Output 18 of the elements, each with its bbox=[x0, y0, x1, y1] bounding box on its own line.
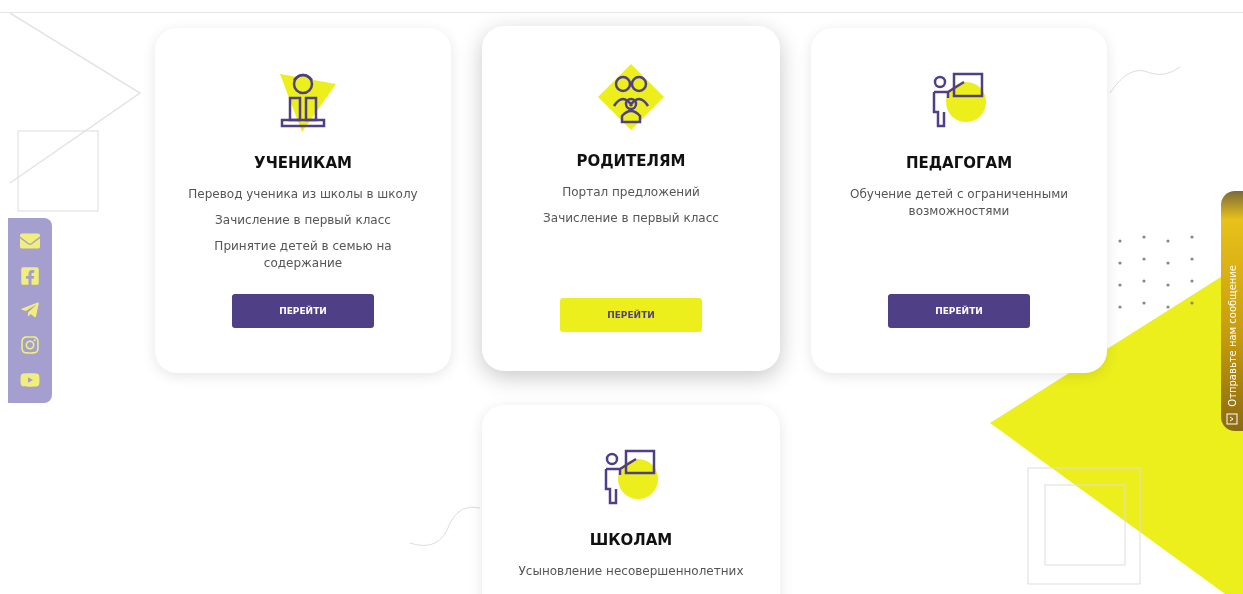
card-title: ШКОЛАМ bbox=[589, 531, 673, 549]
card-link[interactable]: Портал предложений bbox=[562, 184, 700, 201]
instagram-icon[interactable] bbox=[20, 335, 40, 356]
message-icon bbox=[1226, 413, 1238, 425]
card-link[interactable]: Перевод ученика из школы в школу bbox=[188, 186, 418, 203]
go-button[interactable]: ПЕРЕЙТИ bbox=[232, 294, 374, 328]
go-button[interactable]: ПЕРЕЙТИ bbox=[888, 294, 1030, 328]
facebook-icon[interactable] bbox=[20, 265, 40, 286]
card-title: ПЕДАГОГАМ bbox=[905, 154, 1013, 172]
go-button[interactable]: ПЕРЕЙТИ bbox=[560, 298, 702, 332]
card-link[interactable]: Усыновление несовершеннолетних bbox=[518, 563, 744, 580]
card-link[interactable]: Обучение детей с ограниченными возможностями bbox=[839, 186, 1079, 220]
card-title: РОДИТЕЛЯМ bbox=[576, 152, 686, 170]
card-link[interactable]: Зачисление в первый класс bbox=[543, 210, 719, 227]
mail-icon[interactable] bbox=[20, 231, 40, 252]
card-link[interactable]: Зачисление в первый класс bbox=[215, 212, 391, 229]
card-link[interactable]: Принятие детей в семью на содержание bbox=[183, 238, 423, 272]
card-title: УЧЕНИКАМ bbox=[254, 154, 352, 172]
